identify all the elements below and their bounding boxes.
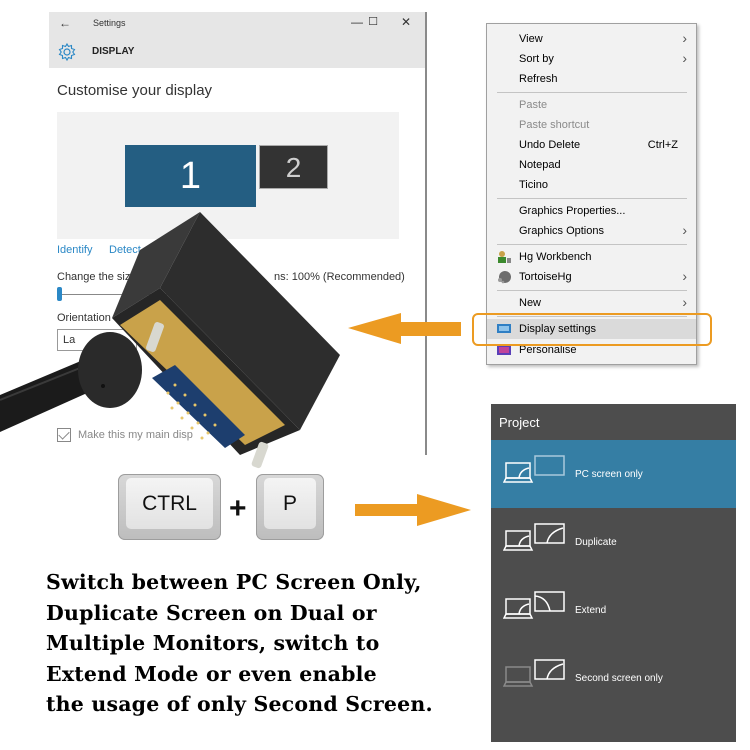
menu-separator	[497, 290, 687, 291]
extend-icon	[503, 591, 565, 619]
pc-screen-only-icon	[503, 455, 565, 483]
main-display-checkbox[interactable]	[57, 428, 71, 442]
close-button[interactable]: ✕	[396, 15, 416, 29]
menu-item-new[interactable]: New ›	[487, 293, 696, 313]
detect-link[interactable]: Detect	[109, 244, 141, 256]
menu-item-label: Paste shortcut	[519, 119, 590, 131]
scale-slider-thumb[interactable]	[57, 287, 62, 301]
caption-line: Extend Mode or even enable	[46, 661, 377, 686]
section-header: DISPLAY	[49, 36, 425, 68]
menu-separator	[497, 198, 687, 199]
menu-item-sort-by[interactable]: Sort by ›	[487, 49, 696, 69]
caption-line: Duplicate Screen on Dual or	[46, 600, 377, 625]
tortoisehg-icon	[498, 271, 511, 284]
project-option-extend[interactable]: Extend	[491, 576, 736, 644]
menu-item-shortcut: Ctrl+Z	[647, 139, 678, 151]
identify-link[interactable]: Identify	[57, 244, 92, 256]
p-key-label: P	[264, 478, 316, 529]
menu-item-label: Graphics Options	[519, 225, 604, 237]
menu-item-undo-delete[interactable]: Undo Delete Ctrl+Z	[487, 135, 696, 155]
menu-item-label: Paste	[519, 99, 548, 111]
ctrl-key-label: CTRL	[126, 478, 213, 529]
caption-line: Switch between PC Screen Only,	[46, 570, 422, 594]
menu-separator	[497, 92, 687, 93]
scale-slider-track[interactable]	[57, 294, 177, 295]
p-key: P	[256, 474, 324, 540]
menu-separator	[497, 244, 687, 245]
project-option-pc-screen-only[interactable]: PC screen only	[491, 440, 736, 508]
orientation-dropdown[interactable]: La	[57, 329, 137, 351]
settings-window: ← Settings — ☐ ✕ DISPLAY Customise your …	[49, 12, 427, 455]
monitor-2[interactable]: 2	[259, 145, 328, 189]
menu-item-paste-shortcut[interactable]: Paste shortcut	[487, 115, 696, 135]
arrow-left-icon	[348, 313, 461, 344]
caption-line: the usage of only Second Screen.	[46, 692, 433, 716]
hg-workbench-icon	[498, 251, 511, 263]
chevron-right-icon: ›	[682, 30, 687, 46]
project-option-duplicate[interactable]: Duplicate	[491, 508, 736, 576]
plus-sign: +	[229, 492, 247, 525]
title-bar: ← Settings — ☐ ✕	[49, 12, 425, 36]
menu-item-label: Hg Workbench	[519, 251, 592, 263]
caption-text: Switch between PC Screen Only, Duplicate…	[46, 567, 466, 720]
menu-item-hg-workbench[interactable]: Hg Workbench	[487, 247, 696, 267]
menu-item-tortoisehg[interactable]: TortoiseHg ›	[487, 267, 696, 287]
main-display-label: Make this my main disp	[78, 429, 193, 441]
maximize-button[interactable]: ☐	[363, 15, 383, 28]
menu-item-label: Undo Delete	[519, 139, 581, 151]
menu-item-label: Notepad	[519, 159, 561, 171]
menu-item-refresh[interactable]: Refresh	[487, 69, 696, 89]
menu-item-label: View	[519, 33, 543, 45]
menu-item-label: TortoiseHg	[519, 271, 572, 283]
project-option-label: Extend	[575, 605, 607, 616]
menu-item-label: Graphics Properties...	[519, 205, 626, 217]
ctrl-key: CTRL	[118, 474, 221, 540]
caption-line: Multiple Monitors, switch to	[46, 631, 380, 655]
monitor-1[interactable]: 1	[125, 145, 256, 207]
section-title: DISPLAY	[92, 46, 135, 57]
menu-item-view[interactable]: View ›	[487, 29, 696, 49]
chevron-right-icon: ›	[682, 222, 687, 238]
menu-item-graphics-properties[interactable]: Graphics Properties...	[487, 201, 696, 221]
menu-item-graphics-options[interactable]: Graphics Options ›	[487, 221, 696, 241]
orientation-label: Orientation	[57, 312, 111, 324]
project-option-label: Duplicate	[575, 537, 617, 548]
scale-label-value: ns: 100% (Recommended)	[274, 271, 405, 283]
gear-icon	[58, 42, 76, 62]
menu-item-label: New	[519, 297, 542, 309]
menu-item-label: Refresh	[519, 73, 558, 85]
project-option-second-screen-only[interactable]: Second screen only	[491, 644, 736, 712]
chevron-right-icon: ›	[682, 50, 687, 66]
back-arrow-icon[interactable]: ←	[59, 16, 71, 30]
project-option-label: Second screen only	[575, 673, 663, 684]
chevron-right-icon: ›	[682, 268, 687, 284]
scale-label: Change the size	[57, 271, 137, 283]
project-title: Project	[499, 415, 540, 430]
menu-item-label: Ticino	[519, 179, 548, 191]
page-heading: Customise your display	[57, 82, 213, 99]
display-arrangement: 1 2	[57, 112, 399, 239]
menu-item-notepad[interactable]: Notepad	[487, 155, 696, 175]
duplicate-icon	[503, 523, 565, 551]
chevron-right-icon: ›	[682, 294, 687, 310]
menu-item-paste[interactable]: Paste	[487, 95, 696, 115]
display-settings-highlight-ring	[472, 313, 712, 346]
project-panel: Project PC screen only Duplicate Extend	[491, 404, 736, 742]
menu-item-ticino[interactable]: Ticino	[487, 175, 696, 195]
second-screen-only-icon	[503, 659, 565, 687]
arrow-right-icon	[355, 494, 471, 526]
menu-item-label: Sort by	[519, 53, 554, 65]
project-option-label: PC screen only	[575, 469, 643, 480]
window-title: Settings	[93, 18, 126, 28]
